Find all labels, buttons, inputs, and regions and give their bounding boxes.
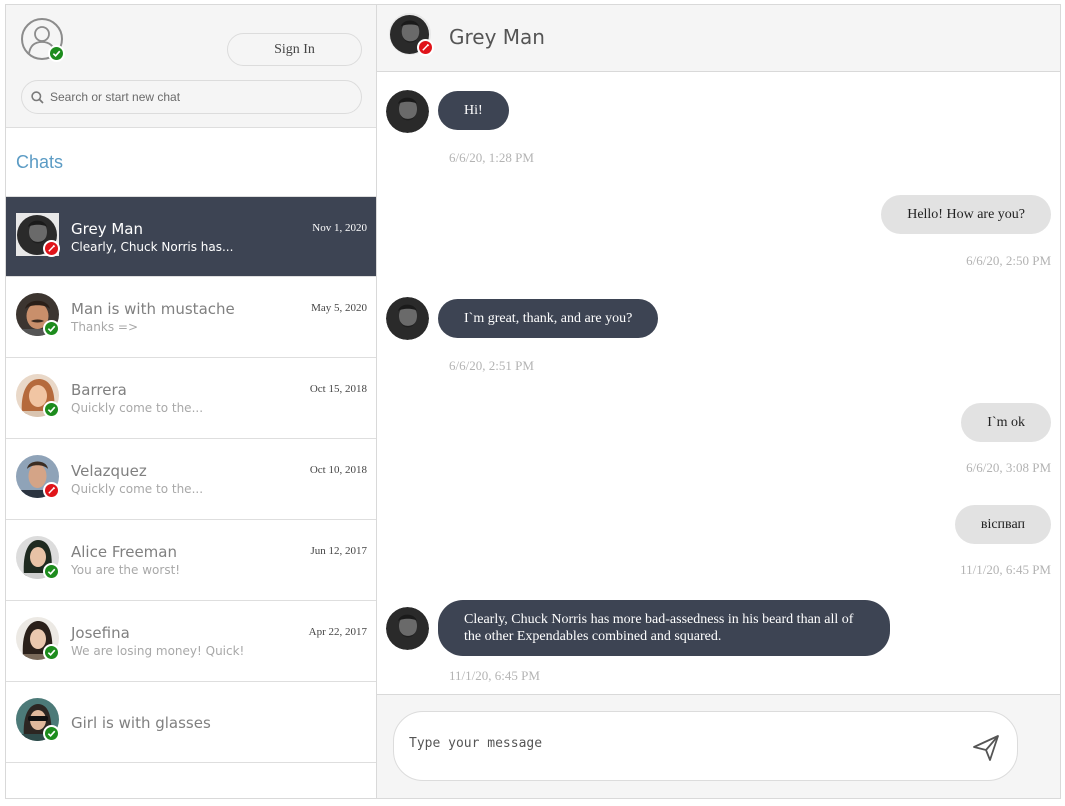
offline-status-icon	[43, 240, 60, 257]
message-composer	[377, 694, 1060, 798]
message-bubble-incoming: Clearly, Chuck Norris has more bad-assed…	[438, 600, 890, 656]
online-status-icon	[43, 725, 60, 742]
chat-date: May 5, 2020	[311, 302, 367, 314]
search-input[interactable]	[50, 90, 350, 104]
chat-item-barrera[interactable]: Barrera Quickly come to the... Oct 15, 2…	[6, 358, 376, 439]
chat-date: Nov 1, 2020	[312, 222, 367, 234]
chats-heading: Chats	[6, 128, 376, 197]
chat-name: Barrera	[71, 381, 127, 399]
sender-avatar	[386, 607, 429, 650]
chat-preview: Clearly, Chuck Norris has...	[71, 240, 234, 254]
message-time: 6/6/20, 1:28 PM	[449, 150, 534, 165]
message-input[interactable]	[409, 736, 949, 751]
chat-item-glasses-girl[interactable]: Girl is with glasses	[6, 682, 376, 763]
chat-name: Man is with mustache	[71, 300, 235, 318]
message-bubble-outgoing: I`m ok	[961, 403, 1051, 442]
chat-item-grey-man[interactable]: Grey Man Clearly, Chuck Norris has... No…	[6, 197, 376, 277]
sidebar-header: Sign In	[6, 5, 376, 128]
search-bar[interactable]	[21, 80, 362, 114]
message-bubble-incoming: I`m great, thank, and are you?	[438, 299, 659, 338]
send-icon[interactable]	[971, 733, 1001, 763]
message-input-box[interactable]	[393, 711, 1018, 781]
chat-item-velazquez[interactable]: Velazquez Quickly come to the... Oct 10,…	[6, 439, 376, 520]
chat-name: Girl is with glasses	[71, 714, 211, 732]
chat-name: Grey Man	[71, 220, 143, 238]
conversation-header: Grey Man	[377, 5, 1060, 72]
message-bubble-incoming: Hi!	[438, 91, 509, 130]
message-list: Hi! 6/6/20, 1:28 PM Hello! How are you? …	[377, 72, 1060, 694]
chat-name: Josefina	[71, 624, 130, 642]
message-time: 6/6/20, 2:50 PM	[966, 253, 1051, 268]
chat-item-josefina[interactable]: Josefina We are losing money! Quick! Apr…	[6, 601, 376, 682]
online-status-icon	[43, 401, 60, 418]
message-time: 11/1/20, 6:45 PM	[960, 562, 1051, 577]
online-status-icon	[43, 563, 60, 580]
message-time: 6/6/20, 3:08 PM	[966, 460, 1051, 475]
message-bubble-outgoing: віспвап	[954, 505, 1051, 544]
message-bubble-outgoing: Hello! How are you?	[881, 195, 1051, 234]
sign-in-button[interactable]: Sign In	[227, 33, 362, 66]
offline-status-icon	[43, 482, 60, 499]
chat-item-alice-freeman[interactable]: Alice Freeman You are the worst! Jun 12,…	[6, 520, 376, 601]
online-status-icon	[43, 644, 60, 661]
chat-date: Oct 10, 2018	[309, 464, 367, 476]
chat-preview: We are losing money! Quick!	[71, 644, 245, 658]
online-status-icon	[48, 45, 65, 62]
chat-preview: Quickly come to the...	[71, 401, 204, 415]
sender-avatar	[386, 90, 429, 133]
chat-app: Sign In Chats	[5, 4, 1061, 799]
chat-item-mustache-man[interactable]: Man is with mustache Thanks => May 5, 20…	[6, 277, 376, 358]
chat-date: Jun 12, 2017	[310, 545, 367, 557]
chat-name: Velazquez	[71, 462, 147, 480]
chat-preview: Quickly come to the...	[71, 482, 204, 496]
sidebar: Sign In Chats	[6, 5, 377, 798]
offline-status-icon	[417, 39, 434, 56]
chat-name: Alice Freeman	[71, 543, 177, 561]
chat-list: Grey Man Clearly, Chuck Norris has... No…	[6, 197, 376, 798]
chat-date: Apr 22, 2017	[308, 626, 367, 638]
chat-preview: You are the worst!	[71, 563, 181, 577]
search-icon	[31, 90, 44, 104]
online-status-icon	[43, 320, 60, 337]
contact-name: Grey Man	[449, 25, 545, 49]
conversation-panel: Grey Man Hi! 6/6/20, 1:28 PM Hello! How …	[377, 5, 1060, 798]
chat-preview: Thanks =>	[71, 320, 139, 334]
message-time: 6/6/20, 2:51 PM	[449, 358, 534, 373]
chat-date: Oct 15, 2018	[309, 383, 367, 395]
sender-avatar	[386, 297, 429, 340]
message-time: 11/1/20, 6:45 PM	[449, 668, 540, 683]
